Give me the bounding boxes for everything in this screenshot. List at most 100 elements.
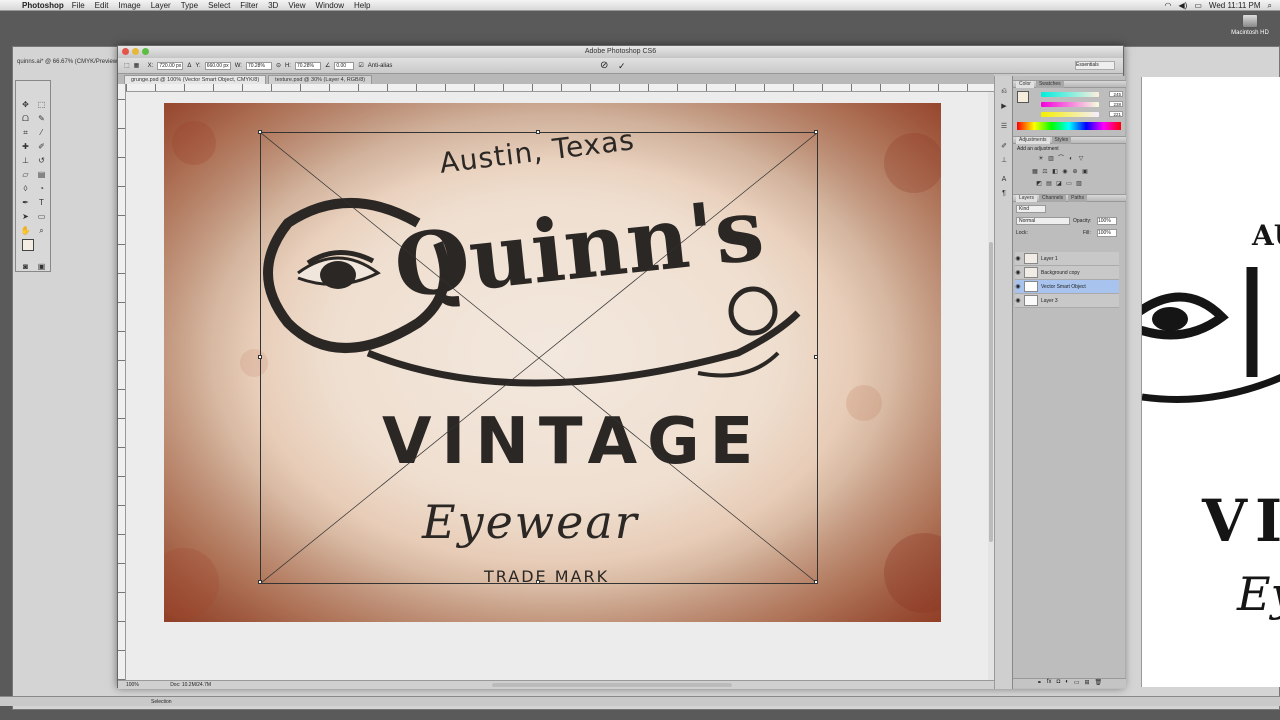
zoom-tool-icon[interactable]: ⌕ — [36, 225, 47, 236]
canvas-area[interactable]: Austin, Texas Quinn's VINTAGE Eyewear TR… — [126, 92, 988, 680]
eyedropper-tool-icon[interactable]: ⁄ — [36, 127, 47, 138]
menu-3d[interactable]: 3D — [268, 1, 278, 10]
levels-adjust-icon[interactable]: ▥ — [1047, 155, 1055, 163]
hue-adjust-icon[interactable]: ▦ — [1031, 168, 1039, 176]
vertical-ruler[interactable] — [118, 84, 126, 680]
transform-handle-bl[interactable] — [258, 580, 262, 584]
color-lookup-icon[interactable]: ▣ — [1081, 168, 1089, 176]
hand-tool-icon[interactable]: ✋ — [20, 225, 31, 236]
transform-tool-icon[interactable]: ⬚ — [124, 62, 130, 69]
menu-filter[interactable]: Filter — [240, 1, 258, 10]
eye-icon[interactable]: ◉ — [1015, 255, 1021, 262]
background-doc-tab[interactable]: quinns.ai* @ 66.67% (CMYK/Preview) — [13, 57, 119, 66]
menu-select[interactable]: Select — [208, 1, 230, 10]
vertical-scroll-thumb[interactable] — [989, 242, 993, 542]
gradient-map-icon[interactable]: ▭ — [1065, 180, 1073, 188]
link-icon[interactable]: ⊝ — [276, 62, 281, 69]
reference-point-icon[interactable]: ▦ — [134, 62, 144, 69]
marquee-tool-icon[interactable]: ⬚ — [36, 99, 47, 110]
transform-handle-tc[interactable] — [536, 130, 540, 134]
green-slider[interactable] — [1041, 102, 1099, 107]
crop-tool-icon[interactable]: ⌗ — [20, 127, 31, 138]
menu-type[interactable]: Type — [181, 1, 198, 10]
commit-transform-icon[interactable]: ✓ — [618, 61, 626, 72]
threshold-adjust-icon[interactable]: ◪ — [1055, 180, 1063, 188]
gradient-tool-icon[interactable]: ▤ — [36, 169, 47, 180]
wifi-icon[interactable]: ◠ — [1165, 1, 1172, 10]
path-select-icon[interactable]: ➤ — [20, 211, 31, 222]
transform-handle-tr[interactable] — [814, 130, 818, 134]
transform-handle-mr[interactable] — [814, 355, 818, 359]
brush-tool-icon[interactable]: ✐ — [36, 141, 47, 152]
lasso-tool-icon[interactable]: ᗝ — [20, 113, 31, 124]
green-value[interactable]: 238 — [1109, 101, 1123, 107]
blur-tool-icon[interactable]: ◊ — [20, 183, 31, 194]
width-field[interactable]: 70.28% — [245, 61, 272, 70]
desktop-hd-icon[interactable]: Macintosh HD — [1230, 14, 1270, 36]
actions-panel-icon[interactable]: ▶ — [998, 102, 1010, 112]
close-window-button[interactable] — [122, 48, 129, 55]
fx-icon[interactable]: fx — [1047, 679, 1052, 688]
doc-size-info[interactable]: Doc: 10.2M/24.7M — [170, 682, 211, 688]
eye-icon[interactable]: ◉ — [1015, 297, 1021, 304]
tab-paths[interactable]: Paths — [1068, 194, 1087, 202]
paragraph-panel-icon[interactable]: ¶ — [998, 190, 1010, 200]
height-field[interactable]: 70.28% — [294, 61, 321, 70]
tab-adjustments[interactable]: Adjustments — [1016, 136, 1050, 144]
channel-mixer-icon[interactable]: ⊕ — [1071, 168, 1079, 176]
battery-icon[interactable]: ▭ — [1194, 1, 1202, 10]
cancel-transform-icon[interactable]: ⊘ — [600, 60, 608, 71]
menu-window[interactable]: Window — [316, 1, 344, 10]
layer-row[interactable]: ◉ Layer 3 — [1015, 294, 1119, 308]
minimize-window-button[interactable] — [132, 48, 139, 55]
bw-adjust-icon[interactable]: ◧ — [1051, 168, 1059, 176]
brightness-adjust-icon[interactable]: ☀ — [1037, 155, 1045, 163]
color-balance-icon[interactable]: ⚖ — [1041, 168, 1049, 176]
zoom-window-button[interactable] — [142, 48, 149, 55]
tab-styles[interactable]: Styles — [1051, 136, 1072, 144]
menu-view[interactable]: View — [288, 1, 305, 10]
horizontal-ruler[interactable] — [126, 84, 994, 92]
menubar-clock[interactable]: Wed 11:11 PM — [1209, 1, 1261, 10]
blend-mode-select[interactable]: Normal — [1016, 217, 1070, 225]
shape-tool-icon[interactable]: ▭ — [36, 211, 47, 222]
foreground-color-swatch[interactable] — [22, 239, 34, 251]
eraser-tool-icon[interactable]: ▱ — [20, 169, 31, 180]
healing-brush-icon[interactable]: ✚ — [20, 141, 31, 152]
vibrance-adjust-icon[interactable]: ▽ — [1077, 155, 1085, 163]
invert-adjust-icon[interactable]: ◩ — [1035, 180, 1043, 188]
menu-image[interactable]: Image — [118, 1, 140, 10]
delta-icon[interactable]: Δ — [187, 63, 191, 69]
fill-field[interactable]: 100% — [1097, 229, 1117, 237]
layer-row[interactable]: ◉ Layer 1 — [1015, 252, 1119, 266]
workspace-switcher[interactable]: Essentials — [1075, 61, 1115, 70]
brush-panel-icon[interactable]: ✐ — [998, 142, 1010, 152]
antialias-checkbox[interactable]: ☑ — [358, 62, 363, 69]
posterize-adjust-icon[interactable]: ▤ — [1045, 180, 1053, 188]
artwork-canvas[interactable]: Austin, Texas Quinn's VINTAGE Eyewear TR… — [164, 103, 941, 622]
blue-value[interactable]: 221 — [1109, 111, 1123, 117]
color-panel-fg-swatch[interactable] — [1017, 91, 1029, 103]
tab-layers[interactable]: Layers — [1016, 194, 1038, 202]
link-layers-icon[interactable]: ⚭ — [1037, 679, 1042, 688]
trash-icon[interactable]: 🗑 — [1095, 679, 1103, 688]
type-tool-icon[interactable]: T — [36, 197, 47, 208]
layer-filter-kind[interactable]: Kind — [1016, 205, 1046, 213]
tab-swatches[interactable]: Swatches — [1035, 80, 1064, 88]
red-slider[interactable] — [1041, 92, 1099, 97]
clone-source-icon[interactable]: ⊥ — [998, 156, 1010, 166]
doc-tab-texture[interactable]: texture.psd @ 30% (Layer 4, RGB/8) — [268, 75, 373, 84]
opacity-field[interactable]: 100% — [1097, 217, 1117, 225]
angle-field[interactable]: 0.00 — [334, 61, 355, 70]
quick-select-icon[interactable]: ✎ — [36, 113, 47, 124]
menu-help[interactable]: Help — [354, 1, 370, 10]
blue-slider[interactable] — [1041, 112, 1099, 117]
menu-layer[interactable]: Layer — [151, 1, 171, 10]
y-field[interactable]: 660.00 px — [204, 61, 231, 70]
x-field[interactable]: 720.00 px — [157, 61, 184, 70]
transform-handle-ml[interactable] — [258, 355, 262, 359]
transform-bounding-box[interactable] — [258, 130, 818, 584]
new-layer-icon[interactable]: ⊞ — [1084, 679, 1089, 688]
horizontal-scroll-thumb[interactable] — [492, 683, 732, 687]
doc-tab-grunge[interactable]: grunge.psd @ 100% (Vector Smart Object, … — [124, 75, 267, 84]
